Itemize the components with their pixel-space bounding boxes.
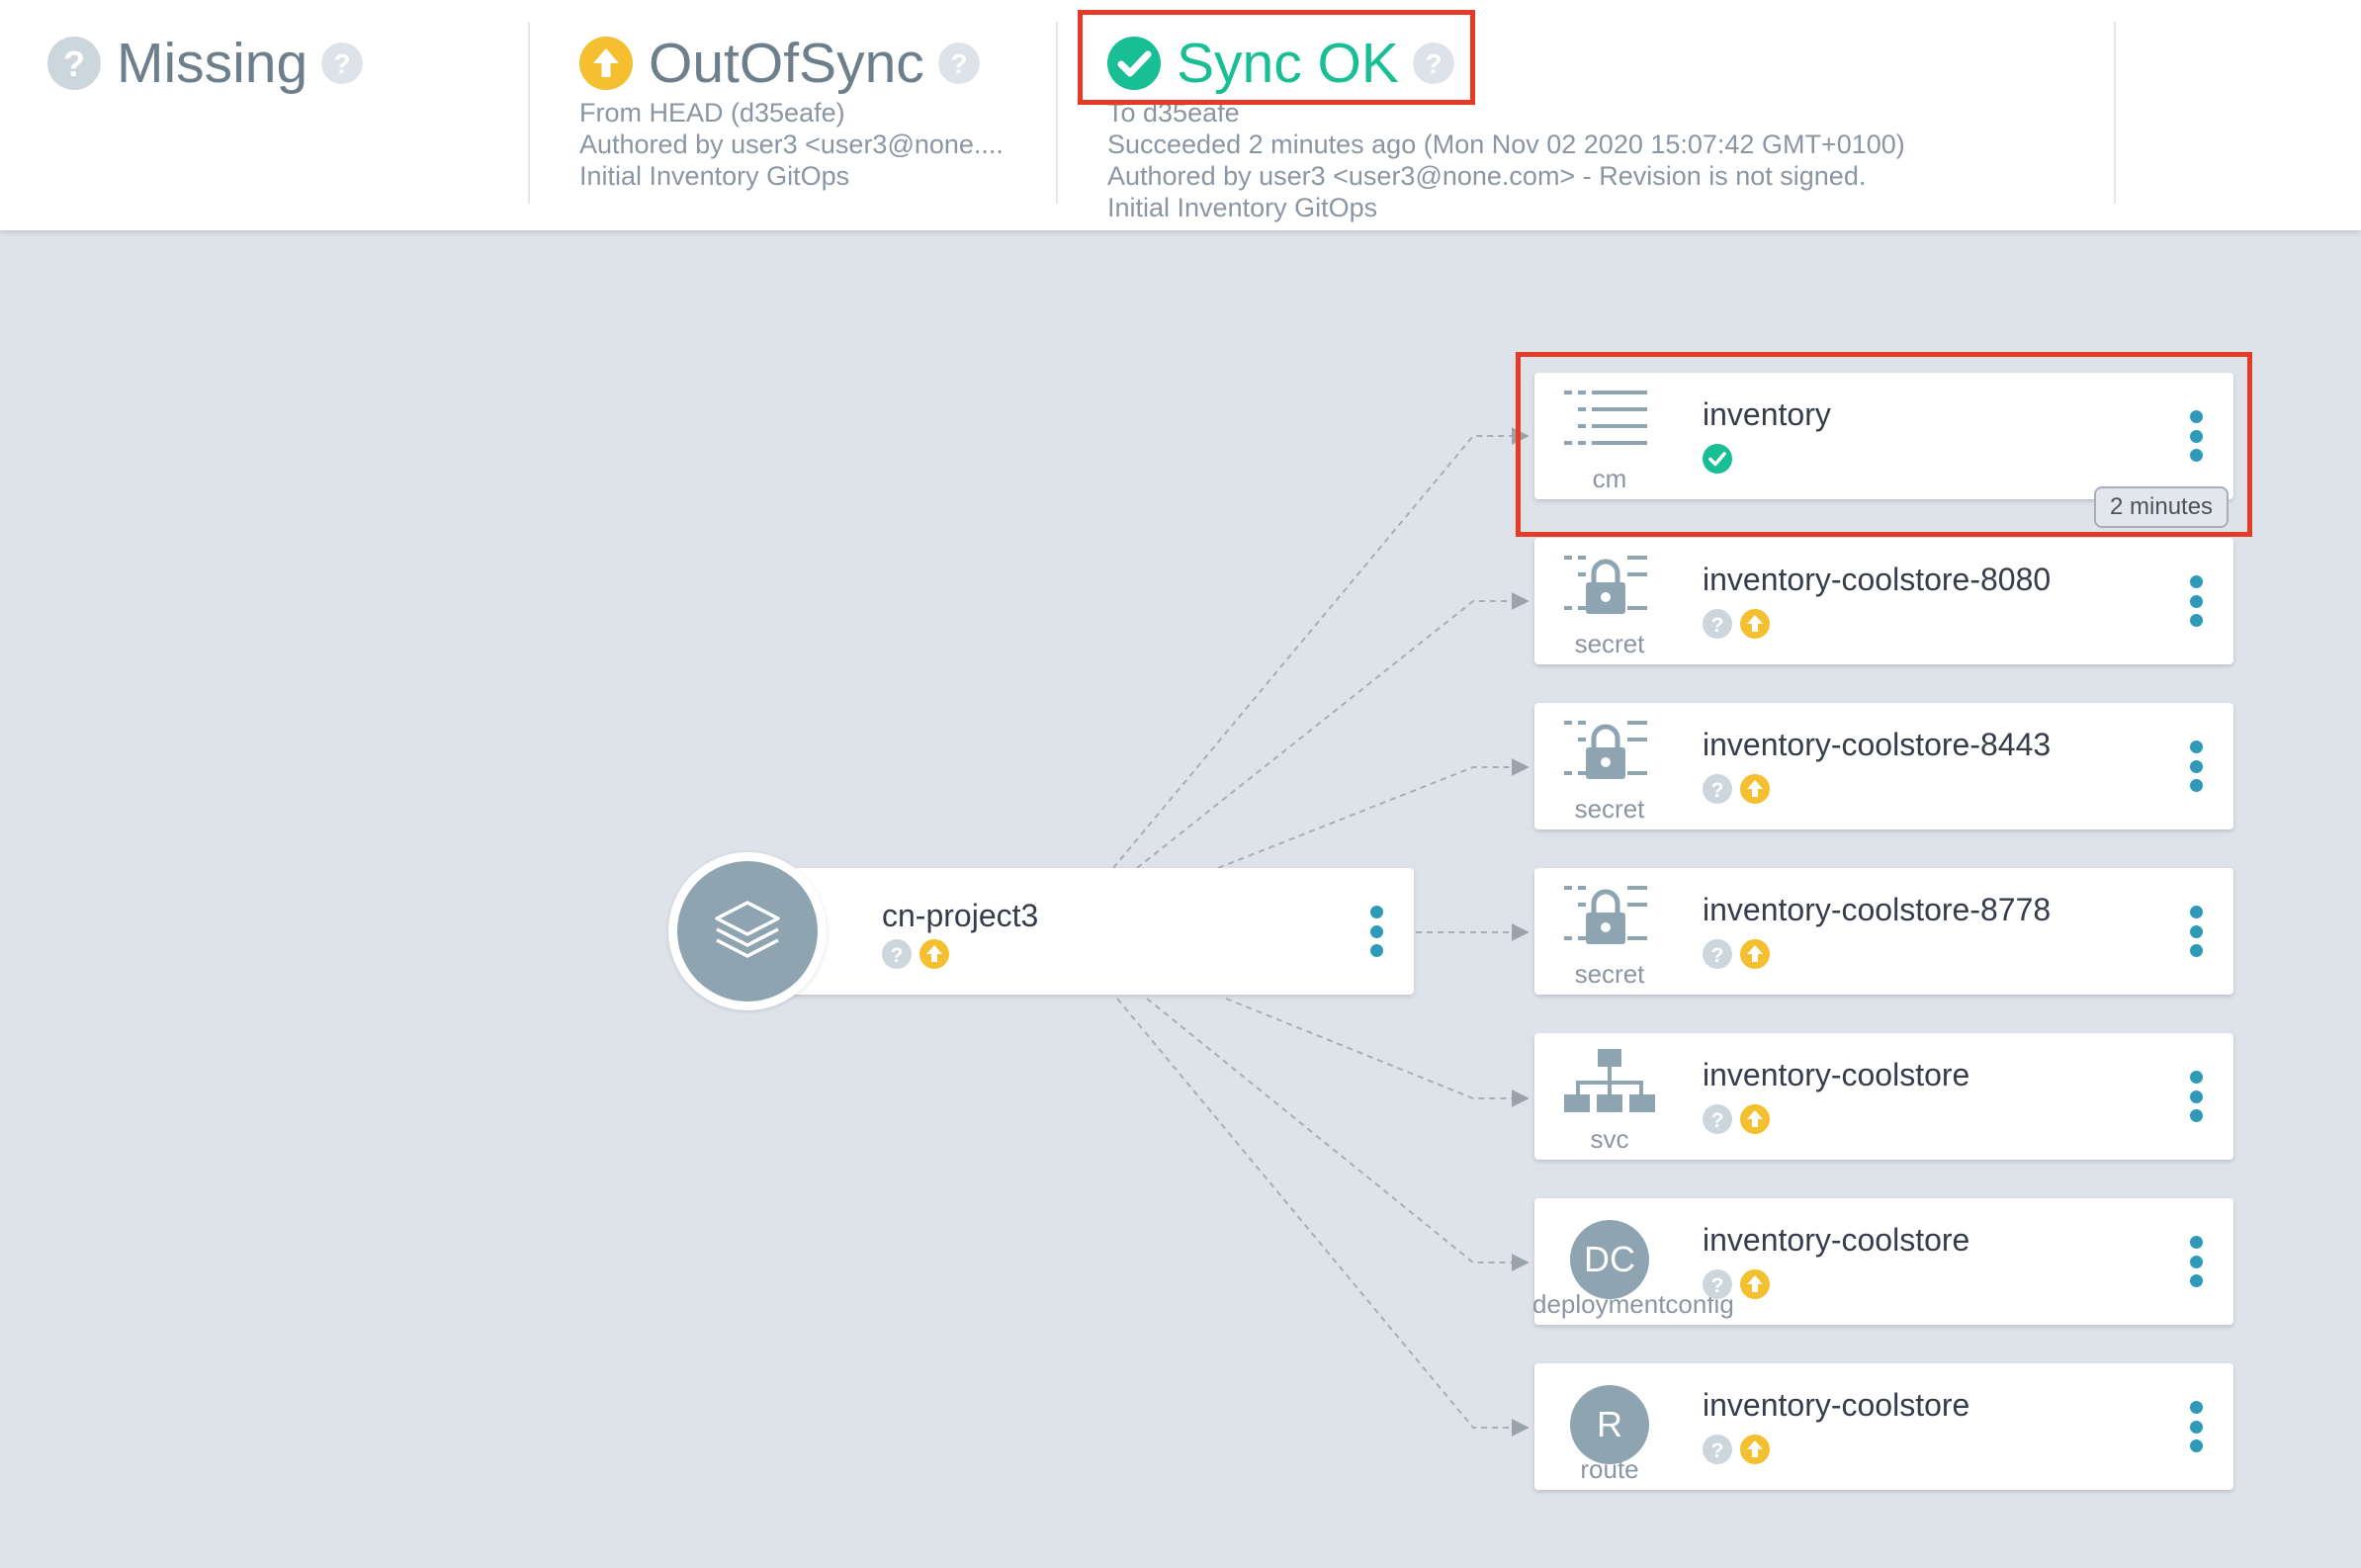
resource-name: inventory-coolstore-8443 [1703,727,2052,762]
service-icon [1564,1049,1655,1122]
question-circle-icon: ? [1703,774,1732,804]
resource-name: inventory-coolstore-8080 [1703,562,2052,597]
sync-status-title: OutOfSync [649,32,924,95]
resource-kind-label: secret [1574,959,1645,989]
app-node-card[interactable]: cn-project3 ? [751,868,1414,995]
health-status-section: ? Missing ? [0,0,528,230]
app-node-status: ? [882,939,957,969]
arrow-up-circle-icon [1740,774,1770,804]
svg-text:?: ? [334,48,351,79]
deploymentconfig-icon: DC [1564,1220,1655,1299]
app-node-menu-button[interactable] [1368,906,1384,957]
sync-revision: From HEAD (d35eafe) [579,98,845,128]
resource-menu-button[interactable] [2188,906,2204,957]
svg-text:?: ? [891,944,904,967]
svg-text:?: ? [950,48,967,79]
app-node-name: cn-project3 [882,898,1039,933]
sync-author: Authored by user3 <user3@none.... [579,130,1004,159]
question-circle-icon: ? [1703,1104,1732,1134]
resource-node-secret-8443[interactable]: secret inventory-coolstore-8443 ? [1534,703,2233,829]
resource-node-route[interactable]: R route inventory-coolstore ? [1534,1363,2233,1490]
resource-menu-button[interactable] [2188,740,2204,792]
resource-node-secret-8080[interactable]: secret inventory-coolstore-8080 ? [1534,538,2233,664]
secret-icon [1564,554,1655,627]
arrow-up-circle-icon [1740,609,1770,639]
sync-message: Initial Inventory GitOps [579,161,850,191]
resource-status: ? [1703,774,1778,804]
svg-text:?: ? [1711,1439,1724,1462]
resource-menu-button[interactable] [2188,575,2204,627]
deploymentconfig-badge: DC [1570,1220,1649,1299]
svg-text:?: ? [63,44,85,84]
question-circle-icon: ? [1703,609,1732,639]
svg-text:?: ? [1711,1274,1724,1297]
question-circle-icon: ? [1703,1435,1732,1464]
resource-node-deploymentconfig[interactable]: DC deploymentconfig inventory-coolstore … [1532,1198,2233,1325]
resource-name: inventory-coolstore-8778 [1703,892,2052,927]
question-circle-icon: ? [1703,939,1732,969]
arrow-up-circle-icon [1740,1435,1770,1464]
resource-kind-label: svc [1590,1124,1629,1154]
route-icon: R [1564,1385,1655,1464]
resource-name: inventory-coolstore [1703,1387,1970,1423]
resource-status: ? [1703,609,1778,639]
last-sync-message: Initial Inventory GitOps [1107,193,1378,222]
resource-kind-label: secret [1574,794,1645,824]
svg-text:?: ? [1711,944,1724,967]
question-circle-icon: ? [882,939,912,969]
layers-icon [709,891,786,973]
arrow-up-circle-icon [579,37,633,90]
route-badge: R [1570,1385,1649,1464]
resource-status: ? [1703,1435,1778,1464]
help-icon[interactable]: ? [937,43,980,84]
resource-name: inventory-coolstore [1703,1222,1970,1258]
last-sync-result: Succeeded 2 minutes ago (Mon Nov 02 2020… [1107,130,1905,159]
resource-kind-label: route [1580,1454,1639,1484]
secret-icon [1564,884,1655,957]
app-status-panel: ? Missing ? OutOfSync ? From HEAD (d35ea… [0,0,2361,230]
annotation-highlight [1516,352,2252,537]
svg-text:?: ? [1711,779,1724,802]
svg-text:?: ? [1711,614,1724,637]
annotation-highlight [1078,10,1475,105]
secret-icon [1564,719,1655,792]
arrow-up-circle-icon [1740,939,1770,969]
resource-kind-label: secret [1574,629,1645,658]
last-sync-author: Authored by user3 <user3@none.com> - Rev… [1107,161,1867,191]
health-status-title: Missing [117,32,308,95]
resource-status: ? [1703,1269,1778,1299]
help-icon[interactable]: ? [321,43,364,84]
resource-name: inventory-coolstore [1703,1057,1970,1092]
svg-text:?: ? [1711,1109,1724,1132]
arrow-up-circle-icon [1740,1104,1770,1134]
resource-menu-button[interactable] [2188,1071,2204,1122]
arrow-up-circle-icon [1740,1269,1770,1299]
resource-node-service[interactable]: svc inventory-coolstore ? [1534,1033,2233,1160]
resource-node-secret-8778[interactable]: secret inventory-coolstore-8778 ? [1534,868,2233,995]
sync-status-section: OutOfSync ? From HEAD (d35eafe) Authored… [530,0,1056,230]
resource-menu-button[interactable] [2188,1236,2204,1287]
resource-menu-button[interactable] [2188,1401,2204,1452]
question-circle-icon: ? [1703,1269,1732,1299]
arrow-up-circle-icon [919,939,949,969]
header-divider [2114,22,2116,204]
resource-status: ? [1703,1104,1778,1134]
app-node-icon-circle [668,852,827,1010]
question-circle-icon: ? [47,37,101,90]
resource-kind-label: deploymentconfig [1532,1289,1734,1319]
resource-status: ? [1703,939,1778,969]
